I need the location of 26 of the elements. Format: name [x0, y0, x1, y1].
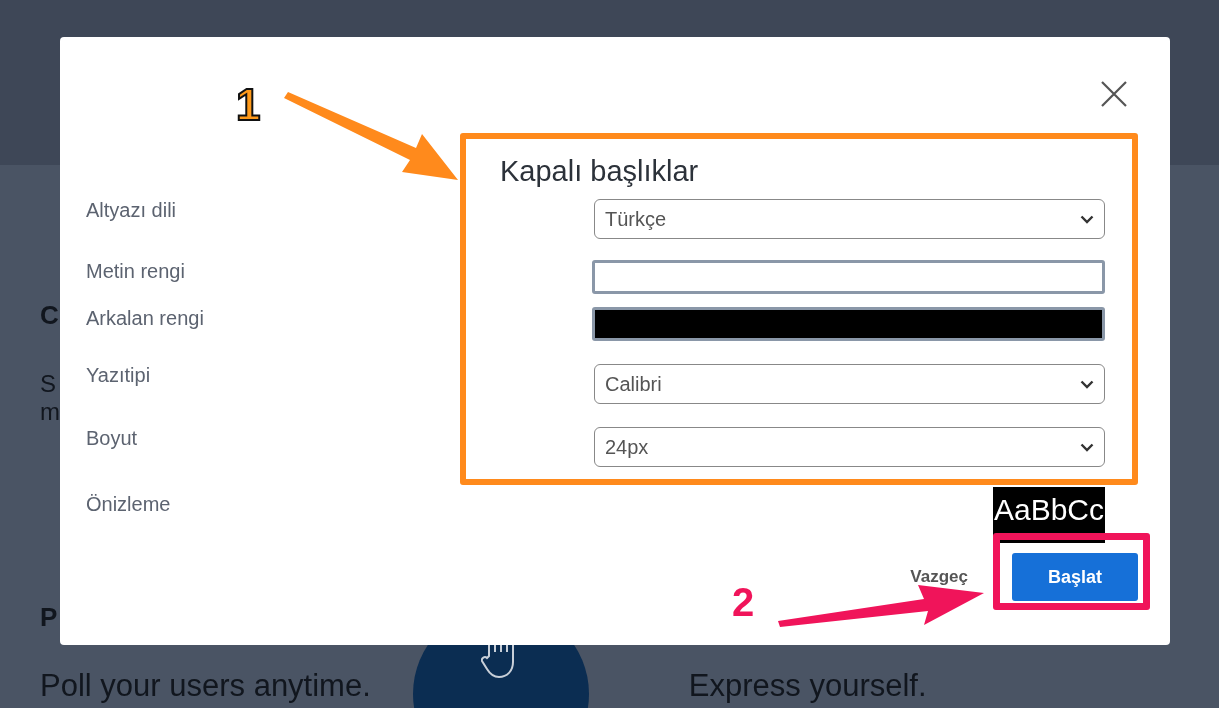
field-label: Altyazı dili: [86, 199, 178, 223]
field-label: Metin rengi: [86, 260, 186, 284]
color-field[interactable]: [592, 307, 1105, 341]
field-label: Arkalan rengi: [86, 307, 205, 331]
close-icon[interactable]: [1100, 80, 1128, 108]
chevron-down-icon: [1080, 214, 1094, 224]
start-button[interactable]: Başlat: [1012, 553, 1138, 601]
chevron-down-icon: [1080, 379, 1094, 389]
field-label: Boyut: [86, 427, 139, 451]
field-label: Önizleme: [86, 493, 172, 517]
field-label: Yazıtipi: [86, 364, 152, 388]
callout-number: 1: [236, 83, 261, 127]
card-text: Poll your users anytime.: [40, 668, 371, 704]
color-field[interactable]: [592, 260, 1105, 294]
card-text: Express yourself.: [688, 668, 927, 704]
dropdown[interactable]: 24px: [594, 427, 1105, 467]
chevron-down-icon: [1080, 442, 1094, 452]
section-text: m: [40, 398, 60, 426]
dialog-title: Kapalı başlıklar: [500, 155, 700, 189]
section-text: S: [40, 370, 56, 398]
section-heading: C: [40, 300, 59, 330]
section-heading: P: [40, 602, 58, 632]
dropdown[interactable]: Calibri: [594, 364, 1105, 404]
cancel-link[interactable]: Vazgeç: [910, 567, 968, 587]
dropdown[interactable]: Türkçe: [594, 199, 1105, 239]
callout-number: 2: [732, 582, 755, 622]
